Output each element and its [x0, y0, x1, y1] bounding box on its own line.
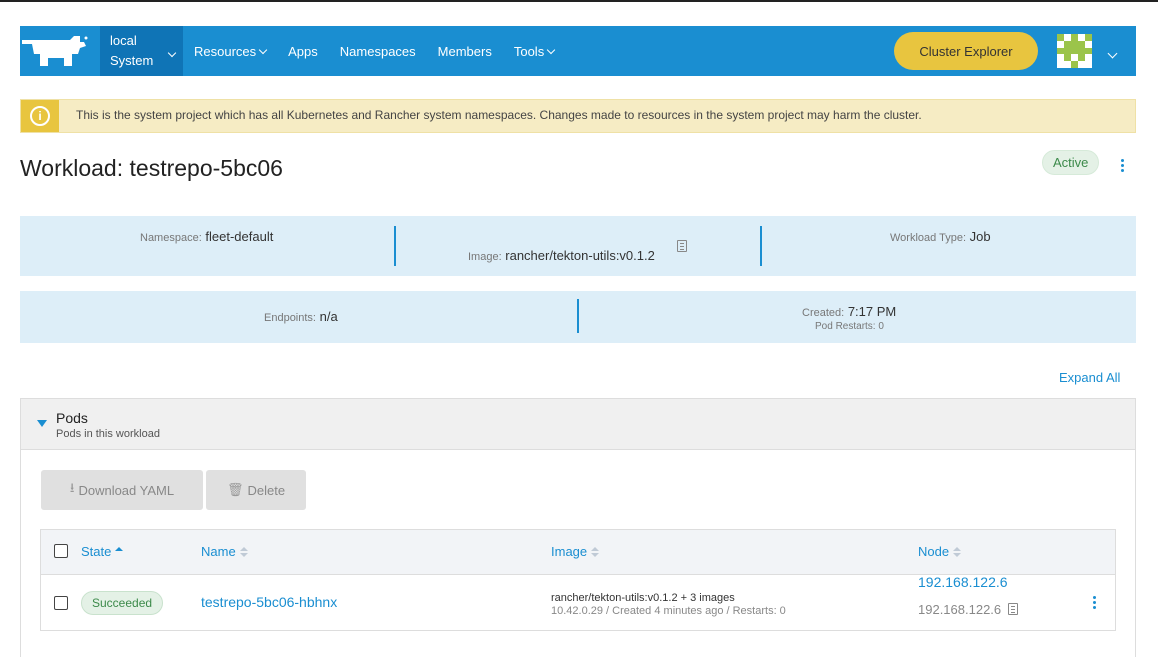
sort-icon — [115, 546, 124, 557]
window-top-border — [0, 0, 1158, 2]
chevron-down-icon — [546, 45, 556, 54]
pods-panel-header[interactable]: Pods Pods in this workload — [21, 399, 1135, 450]
created-field: Created: 7:17 PM — [802, 304, 897, 319]
sort-icon — [953, 546, 962, 557]
namespace-field: Namespace: fleet-default — [140, 229, 274, 244]
nav-apps[interactable]: Apps — [288, 44, 318, 59]
user-avatar[interactable] — [1057, 34, 1092, 68]
triangle-down-icon[interactable] — [37, 420, 47, 427]
column-node[interactable]: Node — [918, 544, 962, 559]
download-yaml-button[interactable]: ⭳ Download YAML — [41, 470, 203, 510]
pod-name-link[interactable]: testrepo-5bc06-hbhnx — [201, 594, 337, 610]
node-link[interactable]: 192.168.122.6 — [918, 574, 1008, 590]
main-nav: Resources Apps Namespaces Members Tools — [194, 26, 576, 76]
nav-namespaces[interactable]: Namespaces — [340, 44, 416, 59]
workload-actions-kebab-icon[interactable] — [1121, 159, 1125, 174]
column-name[interactable]: Name — [201, 544, 248, 559]
endpoints-field: Endpoints: n/a — [264, 309, 338, 324]
workload-type-field: Workload Type: Job — [890, 229, 991, 244]
column-image[interactable]: Image — [551, 544, 600, 559]
copy-icon[interactable] — [677, 240, 687, 252]
chevron-down-icon — [258, 45, 268, 54]
divider — [577, 299, 579, 333]
top-navigation-bar: local System Resources Apps Namespaces M… — [20, 26, 1136, 76]
trash-icon: 🗑 — [226, 482, 244, 497]
expand-all-link[interactable]: Expand All — [1059, 370, 1120, 385]
image-field: Image: rancher/tekton-utils:v0.1.2 — [468, 248, 655, 263]
workload-stats-box: Endpoints: n/a Created: 7:17 PM Pod Rest… — [20, 291, 1136, 343]
pod-image: rancher/tekton-utils:v0.1.2 + 3 images — [551, 592, 735, 604]
nav-resources[interactable]: Resources — [194, 44, 268, 59]
cluster-project-switcher[interactable]: local System — [100, 26, 183, 76]
divider — [394, 226, 396, 266]
table-header: State Name Image Node — [41, 530, 1115, 575]
system-project-warning-banner: i This is the system project which has a… — [20, 99, 1136, 133]
banner-text: This is the system project which has all… — [76, 108, 922, 122]
column-state[interactable]: State — [81, 544, 124, 559]
namespace-value: fleet-default — [205, 229, 274, 244]
nav-members[interactable]: Members — [438, 44, 492, 59]
pods-table: State Name Image Node Succeeded testrepo… — [40, 529, 1116, 631]
workload-type-value: Job — [969, 229, 991, 244]
workload-details-box: Namespace: fleet-default Image: rancher/… — [20, 216, 1136, 276]
pods-title: Pods — [56, 410, 88, 426]
user-menu-chevron-icon[interactable] — [1105, 44, 1118, 62]
cluster-explorer-button[interactable]: Cluster Explorer — [894, 32, 1038, 70]
pod-state-badge: Succeeded — [81, 591, 164, 615]
pod-meta: 10.42.0.29 / Created 4 minutes ago / Res… — [551, 605, 786, 617]
node-ip: 192.168.122.6 — [918, 602, 1018, 617]
divider — [760, 226, 762, 266]
sort-icon — [239, 546, 248, 557]
chevron-down-icon — [165, 43, 177, 63]
pod-restarts: Pod Restarts: 0 — [815, 321, 884, 332]
pods-panel: Pods Pods in this workload ⭳ Download YA… — [20, 398, 1136, 657]
created-value: 7:17 PM — [847, 304, 897, 319]
pods-subtitle: Pods in this workload — [56, 428, 160, 440]
row-checkbox[interactable] — [54, 596, 68, 610]
info-icon: i — [21, 100, 59, 132]
copy-icon[interactable] — [1007, 603, 1018, 615]
nav-tools[interactable]: Tools — [514, 44, 556, 59]
delete-button[interactable]: 🗑 Delete — [206, 470, 306, 510]
page-title: Workload: testrepo-5bc06 — [20, 155, 283, 181]
image-value: rancher/tekton-utils:v0.1.2 — [505, 248, 655, 263]
select-all-checkbox[interactable] — [54, 544, 68, 558]
row-actions-kebab-icon[interactable] — [1093, 596, 1097, 611]
status-badge: Active — [1042, 150, 1100, 175]
sort-icon — [591, 546, 600, 557]
rancher-logo-icon[interactable] — [20, 34, 88, 68]
download-icon: ⭳ — [69, 480, 75, 495]
endpoints-value: n/a — [319, 309, 338, 324]
